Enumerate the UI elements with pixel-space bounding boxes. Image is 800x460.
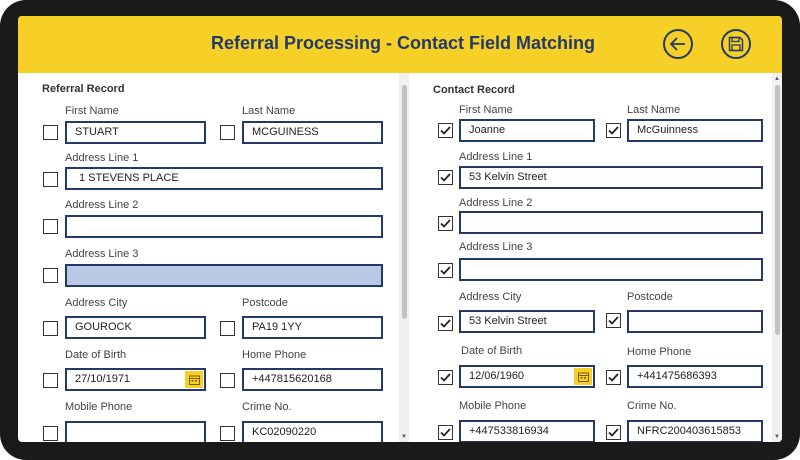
referral-crime-checkbox[interactable] [220, 426, 235, 441]
referral-first-name-input[interactable]: STUART [65, 121, 206, 144]
contact-mobile-input[interactable]: +447533816934 [459, 420, 595, 442]
contact-record-panel: Contact Record First Name Last Name Joan… [408, 73, 782, 442]
checkmark-icon [440, 219, 451, 228]
referral-address2-checkbox[interactable] [43, 219, 58, 234]
contact-address3-checkbox[interactable] [438, 263, 453, 278]
referral-mobile-checkbox[interactable] [43, 426, 58, 441]
contact-scroll-thumb[interactable] [775, 85, 780, 335]
postcode-label: Postcode [627, 291, 673, 303]
contact-address1-input[interactable]: 53 Kelvin Street [459, 166, 763, 189]
home-phone-label: Home Phone [242, 349, 307, 361]
contact-address1-checkbox[interactable] [438, 170, 453, 185]
referral-address2-input[interactable] [65, 215, 383, 238]
checkmark-icon [440, 428, 451, 437]
contact-first-name-checkbox[interactable] [438, 123, 453, 138]
referral-scroll-thumb[interactable] [402, 85, 407, 319]
contact-postcode-input[interactable] [627, 310, 763, 333]
referral-scrollbar[interactable]: ▼ [399, 73, 409, 442]
address1-label: Address Line 1 [459, 151, 533, 163]
scroll-down-icon[interactable]: ▼ [772, 433, 782, 441]
back-arrow-icon [670, 37, 685, 51]
address2-label: Address Line 2 [65, 199, 139, 211]
save-disk-icon [728, 36, 744, 52]
referral-address3-checkbox[interactable] [43, 268, 58, 283]
contact-scrollbar[interactable]: ▲ ▼ [772, 73, 782, 442]
app-screen: Referral Processing - Contact Field Matc… [18, 16, 782, 442]
mobile-label: Mobile Phone [459, 400, 527, 412]
referral-city-input[interactable]: GOUROCK [65, 316, 206, 339]
contact-mobile-checkbox[interactable] [438, 425, 453, 440]
referral-mobile-input[interactable] [65, 421, 206, 442]
contact-dob-value: 12/06/1960 [469, 370, 525, 382]
contact-home-phone-input[interactable]: +441475686393 [627, 365, 763, 388]
save-button[interactable] [721, 29, 751, 59]
first-name-label: First Name [459, 104, 513, 116]
contact-record-title: Contact Record [433, 84, 515, 96]
contact-city-input[interactable]: 53 Kelvin Street [459, 310, 595, 333]
city-label: Address City [459, 291, 522, 303]
contact-first-name-input[interactable]: Joanne [459, 119, 595, 142]
referral-postcode-checkbox[interactable] [220, 321, 235, 336]
first-name-label: First Name [65, 105, 119, 117]
referral-record-panel: Referral Record First Name Last Name STU… [18, 73, 399, 442]
calendar-icon[interactable] [185, 371, 203, 388]
checkmark-icon [440, 173, 451, 182]
contact-dob-checkbox[interactable] [438, 370, 453, 385]
referral-address1-checkbox[interactable] [43, 172, 58, 187]
address2-label: Address Line 2 [459, 197, 533, 209]
referral-city-checkbox[interactable] [43, 321, 58, 336]
referral-record-title: Referral Record [42, 83, 125, 95]
referral-last-name-input[interactable]: MCGUINESS [242, 121, 383, 144]
referral-crime-input[interactable]: KC02090220 [242, 421, 383, 442]
referral-address1-input[interactable]: 1 STEVENS PLACE [65, 167, 383, 190]
contact-last-name-checkbox[interactable] [606, 123, 621, 138]
scroll-up-icon[interactable]: ▲ [772, 75, 782, 83]
referral-dob-value: 27/10/1971 [75, 373, 131, 385]
referral-first-name-checkbox[interactable] [43, 125, 58, 140]
dob-label: Date of Birth [461, 345, 523, 357]
contact-last-name-input[interactable]: McGuinness [627, 119, 763, 142]
last-name-label: Last Name [627, 104, 681, 116]
checkmark-icon [608, 373, 619, 382]
address3-label: Address Line 3 [65, 248, 139, 260]
referral-dob-checkbox[interactable] [43, 373, 58, 388]
referral-dob-input[interactable]: 27/10/1971 [65, 368, 206, 391]
calendar-icon[interactable] [574, 368, 592, 385]
checkmark-icon [608, 316, 619, 325]
contact-home-phone-checkbox[interactable] [606, 370, 621, 385]
tablet-frame: Referral Processing - Contact Field Matc… [0, 0, 800, 460]
contact-crime-input[interactable]: NFRC200403615853 [627, 420, 763, 442]
checkmark-icon [608, 428, 619, 437]
address1-label: Address Line 1 [65, 152, 139, 164]
contact-address2-checkbox[interactable] [438, 216, 453, 231]
header-bar: Referral Processing - Contact Field Matc… [18, 16, 782, 73]
address3-label: Address Line 3 [459, 241, 533, 253]
contact-city-checkbox[interactable] [438, 316, 453, 331]
checkmark-icon [440, 126, 451, 135]
checkmark-icon [440, 266, 451, 275]
contact-postcode-checkbox[interactable] [606, 313, 621, 328]
last-name-label: Last Name [242, 105, 296, 117]
dob-label: Date of Birth [65, 349, 127, 361]
postcode-label: Postcode [242, 297, 288, 309]
scroll-down-icon[interactable]: ▼ [399, 433, 409, 441]
referral-home-phone-input[interactable]: +447815620168 [242, 368, 383, 391]
contact-address2-input[interactable] [459, 211, 763, 234]
crime-label: Crime No. [242, 401, 292, 413]
mobile-label: Mobile Phone [65, 401, 133, 413]
contact-dob-input[interactable]: 12/06/1960 [459, 365, 595, 388]
checkmark-icon [440, 319, 451, 328]
back-button[interactable] [663, 29, 693, 59]
checkmark-icon [608, 126, 619, 135]
city-label: Address City [65, 297, 128, 309]
referral-address3-input[interactable] [65, 264, 383, 287]
home-phone-label: Home Phone [627, 346, 692, 358]
referral-last-name-checkbox[interactable] [220, 125, 235, 140]
referral-home-phone-checkbox[interactable] [220, 373, 235, 388]
checkmark-icon [440, 373, 451, 382]
crime-label: Crime No. [627, 400, 677, 412]
contact-crime-checkbox[interactable] [606, 425, 621, 440]
referral-postcode-input[interactable]: PA19 1YY [242, 316, 383, 339]
contact-address3-input[interactable] [459, 258, 763, 281]
